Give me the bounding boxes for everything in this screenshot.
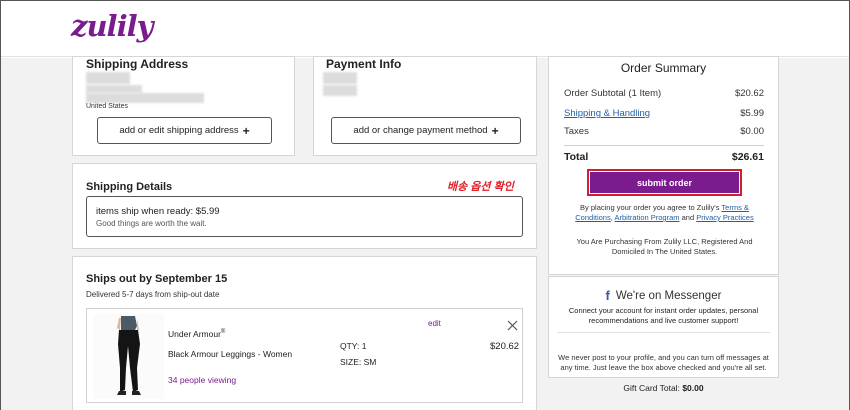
product-image[interactable] [93, 314, 164, 399]
subtotal-label: Order Subtotal (1 Item) [564, 88, 662, 99]
shipping-handling-link[interactable]: Shipping & Handling [564, 108, 650, 119]
edit-shipping-address-label: add or edit shipping address [119, 125, 239, 136]
item-price: $20.62 [490, 341, 520, 352]
taxes-label: Taxes [564, 126, 589, 137]
item-name: Black Armour Leggings - Women [168, 349, 293, 359]
messenger-subtitle: Connect your account for instant order u… [568, 306, 759, 325]
shipping-option-box[interactable]: items ship when ready: $5.99 Good things… [86, 196, 523, 237]
edit-shipping-address-button[interactable]: add or edit shipping address + [97, 117, 272, 144]
payment-info-title: Payment Info [326, 57, 402, 71]
plus-icon: + [242, 123, 250, 138]
item-brand: Under Armour® [168, 329, 225, 339]
ships-out-title: Ships out by September 15 [86, 273, 228, 285]
redacted-payment-line-2 [323, 85, 357, 96]
item-brand-name: Under Armour [168, 329, 221, 339]
arbitration-program-link[interactable]: Arbitration Program [614, 213, 679, 222]
change-payment-method-button[interactable]: add or change payment method + [331, 117, 521, 144]
change-payment-method-label: add or change payment method [353, 125, 488, 136]
messenger-divider [557, 332, 770, 333]
total-label: Total [564, 151, 589, 163]
shipping-option-note: Good things are worth the wait. [96, 219, 207, 228]
summary-divider [564, 145, 764, 146]
remove-item-close-icon[interactable] [507, 318, 518, 331]
messenger-note: We never post to your profile, and you c… [558, 353, 769, 372]
redacted-address-line-3 [86, 93, 204, 103]
item-viewing-count: 34 people viewing [168, 375, 237, 385]
checkout-main: Shipping Address United States add or ed… [1, 56, 849, 410]
summary-row-subtotal: Order Subtotal (1 Item) $20.62 [564, 88, 764, 99]
shipping-address-panel: Shipping Address United States add or ed… [72, 56, 295, 156]
redacted-payment-line-1 [323, 72, 357, 84]
order-summary-title: Order Summary [620, 61, 707, 75]
summary-row-total: Total $26.61 [564, 151, 764, 163]
summary-row-shipping: Shipping & Handling $5.99 [564, 108, 764, 119]
shipping-option-annotation: 배송 옵션 확인 [447, 181, 514, 193]
payment-info-panel: Payment Info add or change payment metho… [313, 56, 537, 156]
total-value: $26.61 [731, 151, 764, 163]
purchasing-entity-text: You Are Purchasing From Zulily LLC, Regi… [576, 237, 753, 256]
shipping-option-label: items ship when ready: $5.99 [96, 206, 220, 217]
order-agreement-text: By placing your order you agree to Zulil… [569, 203, 760, 223]
agreement-and: and [681, 213, 695, 222]
shipping-details-panel: Shipping Details 배송 옵션 확인 items ship whe… [72, 163, 537, 249]
submit-order-highlight: submit order [587, 169, 742, 196]
shipping-country: United States [86, 103, 129, 110]
messenger-header: f We're on Messenger [549, 288, 778, 303]
ships-out-subtitle: Delivered 5-7 days from ship-out date [86, 290, 220, 299]
agreement-prefix: By placing your order you agree to Zulil… [580, 203, 720, 212]
zulily-logo[interactable]: zulily [71, 9, 153, 43]
privacy-practices-link[interactable]: Privacy Practices [696, 213, 754, 222]
item-qty: QTY: 1 [340, 341, 367, 351]
shipping-address-title: Shipping Address [86, 57, 189, 71]
shipping-details-title: Shipping Details [86, 181, 173, 193]
item-edit-link[interactable]: edit [428, 319, 441, 328]
summary-row-taxes: Taxes $0.00 [564, 126, 764, 137]
redacted-address-line-2 [86, 85, 142, 93]
leggings-image-icon [93, 314, 164, 399]
redacted-address-line-1 [86, 72, 130, 84]
plus-icon: + [491, 123, 499, 138]
shipping-handling-value: $5.99 [740, 108, 764, 119]
item-brand-mark: ® [220, 329, 226, 336]
facebook-icon: f [605, 288, 610, 303]
messenger-title: We're on Messenger [615, 289, 722, 302]
subtotal-value: $20.62 [734, 88, 764, 99]
site-header: zulily [1, 1, 849, 57]
gift-card-value: $0.00 [682, 383, 704, 393]
order-summary-panel: Order Summary Order Subtotal (1 Item) $2… [548, 56, 779, 275]
messenger-panel: f We're on Messenger Connect your accoun… [548, 276, 779, 378]
taxes-value: $0.00 [740, 126, 764, 137]
ships-out-panel: Ships out by September 15 Delivered 5-7 … [72, 256, 537, 410]
agreement-comma: , [610, 213, 613, 222]
gift-card-total: Gift Card Total: $0.00 [548, 383, 779, 393]
cart-item-card: Under Armour® Black Armour Leggings - Wo… [86, 308, 523, 403]
item-size: SIZE: SM [340, 357, 377, 367]
submit-order-button[interactable]: submit order [590, 172, 739, 193]
gift-card-label: Gift Card Total: [623, 383, 680, 393]
